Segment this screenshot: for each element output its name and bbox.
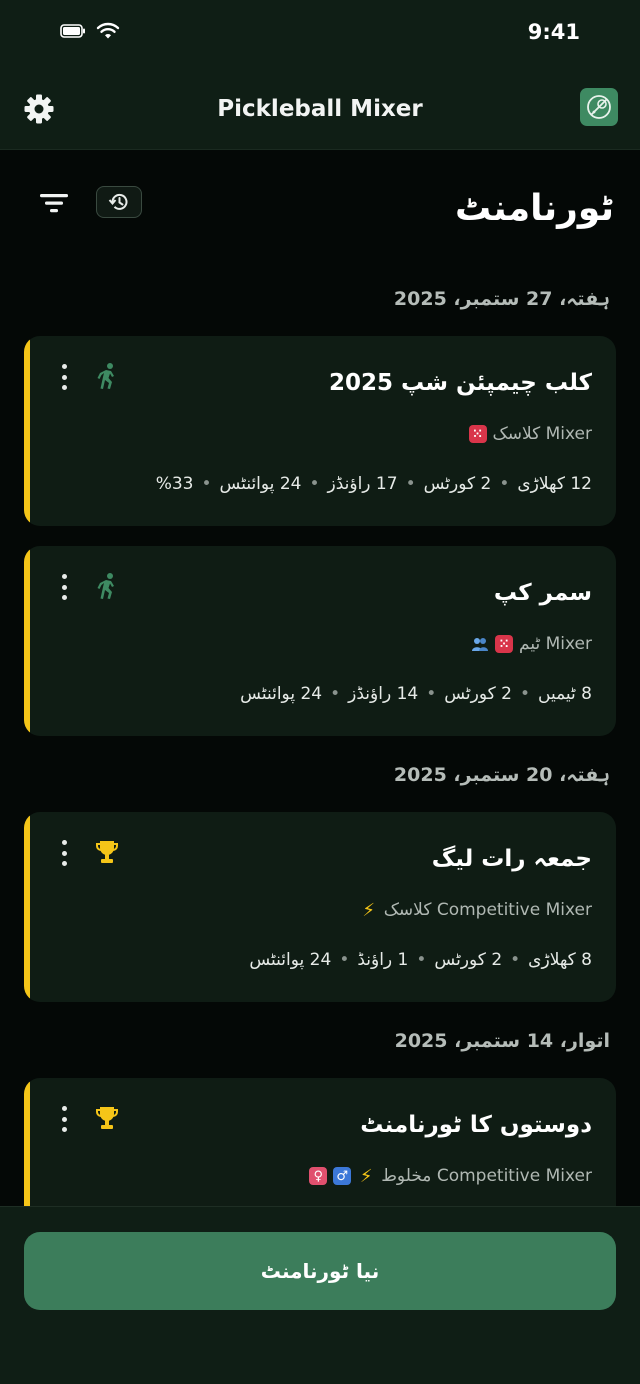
tournament-card[interactable]: جمعہ رات لیگ Competitive Mixer کلاسک ⚡ 8… (24, 812, 616, 1002)
mode-label: Competitive Mixer مخلوط (381, 1166, 592, 1186)
status-time: 9:41 (527, 20, 580, 44)
teams-stat: 8 ٹیمیں (538, 684, 592, 704)
battery-icon (60, 24, 85, 38)
tournament-card[interactable]: کلب چیمپئن شپ 2025 Mixer کلاسک ⁙ 12 کھلا… (24, 336, 616, 526)
card-subtitle: Competitive Mixer مخلوط ⚡ ♂ ♀ (309, 1165, 592, 1187)
female-icon: ♀ (309, 1167, 328, 1185)
new-tournament-button[interactable]: نیا ٹورنامنٹ (24, 1232, 616, 1310)
trophy-icon (96, 1107, 118, 1129)
progress-stat: 33% (155, 474, 194, 494)
filter-button[interactable] (36, 188, 72, 218)
pickleball-logo-icon (587, 95, 611, 119)
points-stat: 24 پوائنٹس (249, 950, 332, 970)
dice-icon: ⁙ (495, 635, 514, 653)
more-options-button[interactable] (56, 364, 72, 390)
courts-stat: 2 کورٹس (434, 950, 503, 970)
app-title: Pickleball Mixer (217, 96, 423, 122)
points-stat: 24 پوائنٹس (219, 474, 302, 494)
players-stat: 8 کھلاڑی (528, 950, 592, 970)
status-icons (60, 22, 120, 40)
running-icon (97, 363, 114, 389)
male-icon: ♂ (333, 1167, 352, 1185)
card-title: جمعہ رات لیگ (431, 846, 592, 872)
card-subtitle: Mixer کلاسک ⁙ (468, 424, 593, 444)
rounds-stat: 1 راؤنڈ (357, 950, 409, 970)
card-subtitle: Mixer ٹیم ⁙ (471, 634, 592, 654)
card-title: سمر کپ (493, 580, 592, 606)
tournament-list[interactable]: ٹورنامنٹ ہفتہ، 27 ستمبر، 2025 کلب چیمپئن… (0, 150, 640, 1206)
history-icon (108, 193, 128, 210)
filter-icon (40, 194, 68, 213)
date-header: ہفتہ، 20 ستمبر، 2025 (393, 764, 610, 786)
card-title: دوستوں کا ٹورنامنٹ (360, 1112, 592, 1138)
mode-label: Mixer ٹیم (519, 634, 592, 654)
app-logo (580, 88, 618, 126)
running-icon (97, 573, 114, 599)
rounds-stat: 17 راؤنڈز (327, 474, 398, 494)
more-options-button[interactable] (56, 574, 72, 600)
date-header: ہفتہ، 27 ستمبر، 2025 (393, 288, 610, 310)
card-subtitle: Competitive Mixer کلاسک ⚡ (360, 899, 592, 921)
card-stats: 8 ٹیمیں•2 کورٹس•14 راؤنڈز•24 پوائنٹس (240, 684, 592, 704)
card-title: کلب چیمپئن شپ 2025 (329, 370, 592, 396)
app-bar: Pickleball Mixer (0, 70, 640, 150)
tournament-card[interactable]: دوستوں کا ٹورنامنٹ Competitive Mixer مخل… (24, 1078, 616, 1206)
status-bar: 9:41 (0, 0, 640, 70)
points-stat: 24 پوائنٹس (240, 684, 323, 704)
page-title: ٹورنامنٹ (455, 188, 614, 229)
more-options-button[interactable] (56, 1106, 72, 1132)
mode-label: Competitive Mixer کلاسک (383, 900, 592, 920)
rounds-stat: 14 راؤنڈز (348, 684, 419, 704)
dice-icon: ⁙ (468, 425, 487, 443)
lightning-icon: ⚡ (359, 1165, 373, 1187)
date-header: اتوار، 14 ستمبر، 2025 (394, 1030, 610, 1052)
wifi-icon (96, 22, 120, 39)
team-icon (471, 635, 489, 653)
card-stats: 12 کھلاڑی•2 کورٹس•17 راؤنڈز•24 پوائنٹس•3… (155, 474, 592, 494)
card-stats: 8 کھلاڑی•2 کورٹس•1 راؤنڈ•24 پوائنٹس (249, 950, 592, 970)
more-options-button[interactable] (56, 840, 72, 866)
bottom-bar: نیا ٹورنامنٹ (0, 1206, 640, 1384)
lightning-icon: ⚡ (362, 899, 376, 921)
players-stat: 12 کھلاڑی (517, 474, 592, 494)
history-button[interactable] (96, 186, 142, 218)
trophy-icon (96, 841, 118, 863)
tournament-card[interactable]: سمر کپ Mixer ٹیم ⁙ 8 ٹیمیں•2 کورٹس•14 را… (24, 546, 616, 736)
courts-stat: 2 کورٹس (423, 474, 492, 494)
mode-label: Mixer کلاسک (492, 424, 593, 444)
courts-stat: 2 کورٹس (444, 684, 512, 704)
